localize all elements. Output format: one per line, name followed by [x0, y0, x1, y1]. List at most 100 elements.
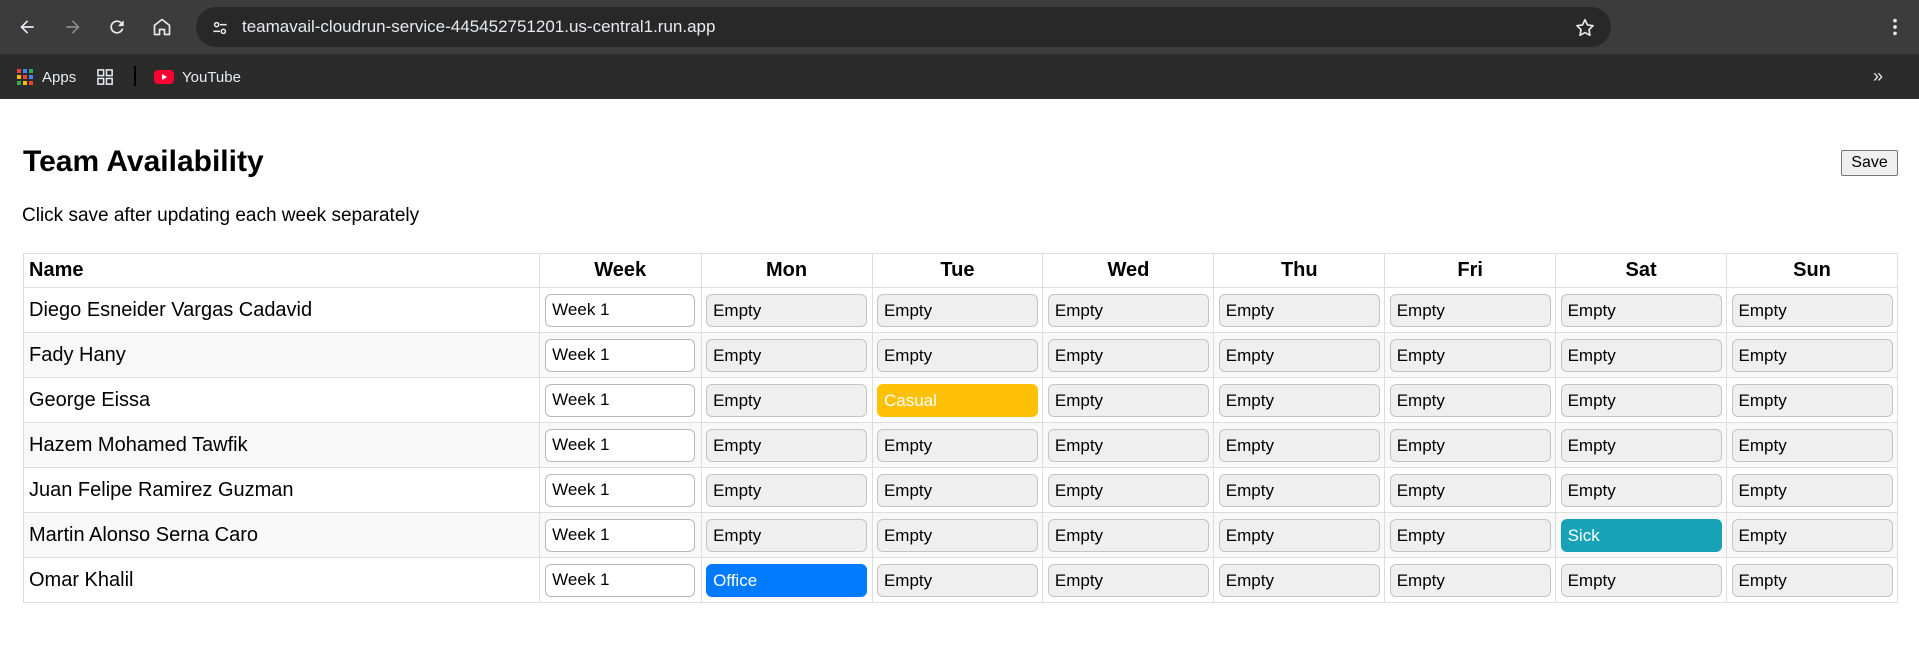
day-cell-thu: Empty [1213, 512, 1386, 558]
tab-groups-icon[interactable] [96, 66, 115, 88]
day-cell-fri: Empty [1384, 332, 1557, 378]
status-select-wed[interactable]: Empty [1047, 338, 1209, 372]
reload-icon[interactable] [104, 14, 130, 40]
status-select-tue[interactable]: Empty [876, 563, 1038, 597]
status-select-thu[interactable]: Empty [1218, 563, 1380, 597]
status-select-tue[interactable]: Empty [876, 293, 1038, 327]
table-row: Diego Esneider Vargas CadavidEmptyEmptyE… [23, 287, 1898, 333]
day-cell-mon: Empty [700, 332, 873, 378]
bookmark-star-icon[interactable] [1573, 16, 1597, 40]
status-select-thu[interactable]: Empty [1218, 293, 1380, 327]
week-input[interactable] [545, 383, 696, 417]
bookmark-apps[interactable]: Apps [16, 66, 76, 88]
save-button[interactable]: Save [1841, 150, 1898, 176]
day-cell-mon: Office [700, 557, 873, 603]
status-select-mon[interactable]: Empty [706, 293, 868, 327]
address-bar[interactable]: teamavail-cloudrun-service-445452751201.… [196, 7, 1611, 47]
status-select-mon[interactable]: Empty [706, 428, 868, 462]
table-row: Juan Felipe Ramirez GuzmanEmptyEmptyEmpt… [23, 467, 1898, 513]
status-select-sat[interactable]: Empty [1560, 338, 1722, 372]
day-cell-sat: Sick [1555, 512, 1728, 558]
status-select-thu[interactable]: Empty [1218, 338, 1380, 372]
status-select-fri[interactable]: Empty [1389, 428, 1551, 462]
status-select-tue[interactable]: Empty [876, 473, 1038, 507]
week-input[interactable] [545, 338, 696, 372]
status-select-sun[interactable]: Empty [1731, 383, 1893, 417]
home-icon[interactable] [149, 14, 175, 40]
status-select-thu[interactable]: Empty [1218, 428, 1380, 462]
availability-table: Name Week Mon Tue Wed Thu Fri Sat Sun Di… [23, 253, 1898, 603]
status-select-sun[interactable]: Empty [1731, 563, 1893, 597]
status-select-wed[interactable]: Empty [1047, 383, 1209, 417]
status-select-wed[interactable]: Empty [1047, 293, 1209, 327]
table-row: Hazem Mohamed TawfikEmptyEmptyEmptyEmpty… [23, 422, 1898, 468]
forward-icon[interactable] [60, 14, 86, 40]
status-select-sun[interactable]: Empty [1731, 338, 1893, 372]
status-select-fri[interactable]: Empty [1389, 473, 1551, 507]
status-select-sun[interactable]: Empty [1731, 473, 1893, 507]
header-tue: Tue [871, 253, 1044, 288]
status-select-sat[interactable]: Empty [1560, 428, 1722, 462]
day-cell-sun: Empty [1726, 512, 1898, 558]
status-select-sat[interactable]: Empty [1560, 473, 1722, 507]
status-select-sun[interactable]: Empty [1731, 428, 1893, 462]
status-select-wed[interactable]: Empty [1047, 518, 1209, 552]
bookmark-separator [134, 66, 136, 86]
status-select-wed[interactable]: Empty [1047, 563, 1209, 597]
status-select-thu[interactable]: Empty [1218, 473, 1380, 507]
status-select-mon[interactable]: Empty [706, 338, 868, 372]
menu-icon[interactable] [1882, 14, 1908, 40]
status-select-tue[interactable]: Empty [876, 518, 1038, 552]
week-cell [538, 287, 702, 333]
status-select-fri[interactable]: Empty [1389, 518, 1551, 552]
status-select-tue[interactable]: Empty [876, 338, 1038, 372]
status-select-sun[interactable]: Empty [1731, 518, 1893, 552]
day-cell-fri: Empty [1384, 422, 1557, 468]
chevron-double-right-icon[interactable]: » [1873, 66, 1883, 87]
status-select-sat[interactable]: Empty [1560, 293, 1722, 327]
status-select-fri[interactable]: Empty [1389, 338, 1551, 372]
week-input[interactable] [545, 293, 696, 327]
status-select-mon[interactable]: Empty [706, 518, 868, 552]
status-select-wed[interactable]: Empty [1047, 473, 1209, 507]
member-name: Hazem Mohamed Tawfik [23, 422, 540, 468]
bookmark-youtube[interactable]: YouTube [154, 66, 241, 88]
status-select-sun[interactable]: Empty [1731, 293, 1893, 327]
status-select-tue[interactable]: Empty [876, 428, 1038, 462]
day-cell-wed: Empty [1042, 512, 1215, 558]
status-select-tue[interactable]: Casual [876, 383, 1038, 417]
day-cell-sat: Empty [1555, 422, 1728, 468]
day-cell-thu: Empty [1213, 332, 1386, 378]
url-text: teamavail-cloudrun-service-445452751201.… [242, 17, 716, 36]
bookmark-label: Apps [42, 68, 77, 86]
status-select-thu[interactable]: Empty [1218, 383, 1380, 417]
day-cell-thu: Empty [1213, 377, 1386, 423]
status-select-sat[interactable]: Sick [1560, 518, 1722, 552]
status-select-fri[interactable]: Empty [1389, 563, 1551, 597]
week-input[interactable] [545, 473, 696, 507]
status-select-fri[interactable]: Empty [1389, 383, 1551, 417]
status-select-sat[interactable]: Empty [1560, 383, 1722, 417]
week-input[interactable] [545, 563, 696, 597]
status-select-fri[interactable]: Empty [1389, 293, 1551, 327]
day-cell-tue: Empty [871, 332, 1044, 378]
week-input[interactable] [545, 428, 696, 462]
bookmarks-bar: Apps YouTube » [0, 54, 1919, 99]
day-cell-wed: Empty [1042, 332, 1215, 378]
day-cell-mon: Empty [700, 422, 873, 468]
status-select-mon[interactable]: Empty [706, 383, 868, 417]
day-cell-sat: Empty [1555, 332, 1728, 378]
status-select-thu[interactable]: Empty [1218, 518, 1380, 552]
header-name: Name [23, 253, 540, 288]
status-select-sat[interactable]: Empty [1560, 563, 1722, 597]
week-input[interactable] [545, 518, 696, 552]
status-select-wed[interactable]: Empty [1047, 428, 1209, 462]
status-select-mon[interactable]: Office [706, 563, 868, 597]
day-cell-mon: Empty [700, 377, 873, 423]
site-info-icon[interactable] [208, 16, 232, 40]
day-cell-sun: Empty [1726, 377, 1898, 423]
table-row: Martin Alonso Serna CaroEmptyEmptyEmptyE… [23, 512, 1898, 558]
back-icon[interactable] [14, 14, 40, 40]
status-select-mon[interactable]: Empty [706, 473, 868, 507]
table-row: George EissaEmptyCasualEmptyEmptyEmptyEm… [23, 377, 1898, 423]
